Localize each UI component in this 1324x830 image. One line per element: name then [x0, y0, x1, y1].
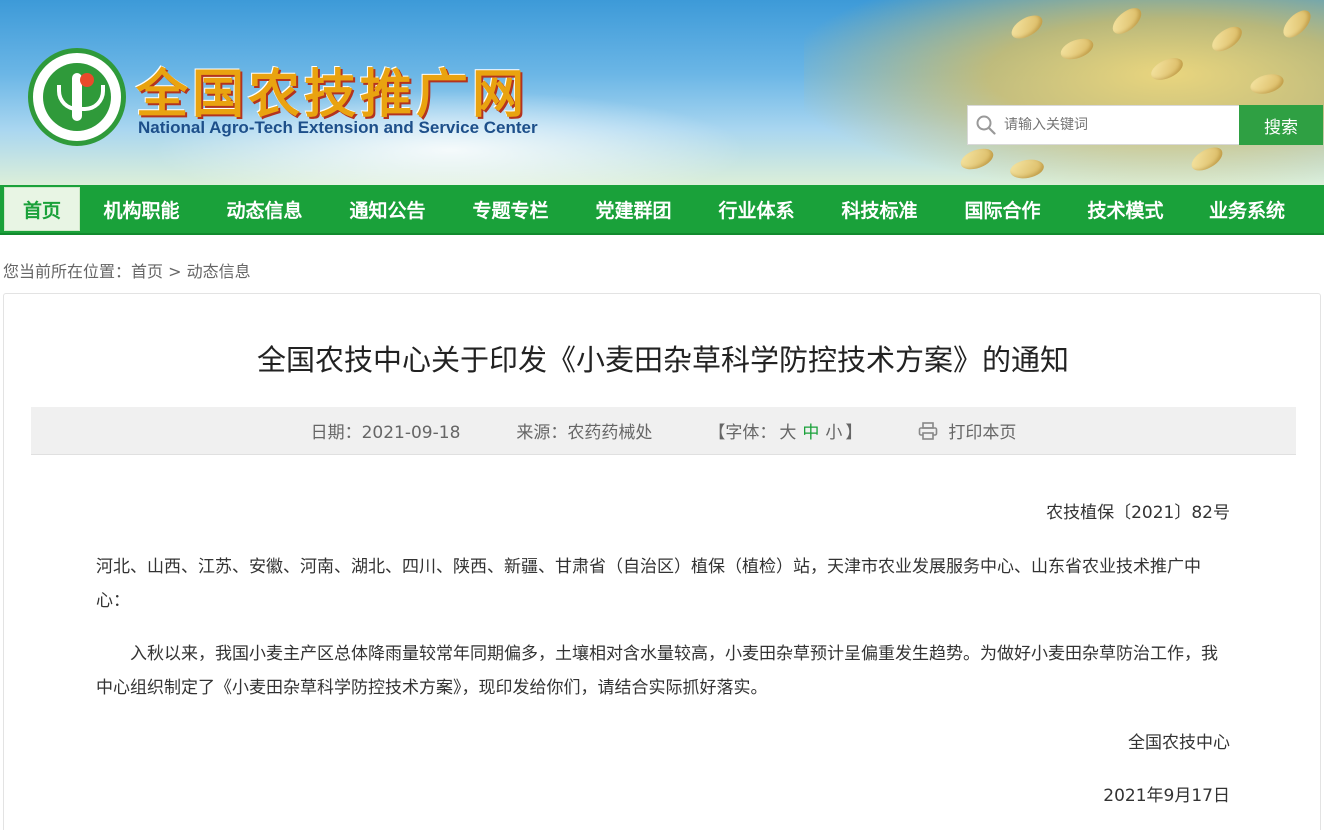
breadcrumb-prefix: 您当前所在位置：: [3, 262, 132, 281]
nav-item-functions[interactable]: 机构职能: [80, 185, 203, 233]
font-small-button[interactable]: 小: [825, 418, 842, 443]
article-card: 全国农技中心关于印发《小麦田杂草科学防控技术方案》的通知 日期：2021-09-…: [3, 293, 1321, 830]
nav-item-standards[interactable]: 科技标准: [818, 185, 941, 233]
article-date: 日期：2021-09-18: [310, 423, 461, 443]
nav-item-notices[interactable]: 通知公告: [326, 185, 449, 233]
font-size-control: 【字体： 大 中 小 】: [708, 418, 862, 443]
nav-item-party[interactable]: 党建群团: [572, 185, 695, 233]
font-large-button[interactable]: 大: [779, 418, 796, 443]
document-number: 农技植保〔2021〕82号: [1046, 503, 1230, 523]
banner-wheat-field: [804, 0, 1324, 185]
search-button[interactable]: 搜索: [1239, 105, 1323, 145]
signer: 全国农技中心: [1128, 733, 1230, 753]
printer-icon: [919, 421, 938, 440]
font-medium-button[interactable]: 中: [802, 418, 819, 443]
nav-item-industry[interactable]: 行业体系: [695, 185, 818, 233]
nav-item-international[interactable]: 国际合作: [941, 185, 1064, 233]
nav-item-tech-models[interactable]: 技术模式: [1064, 185, 1187, 233]
nav-item-systems[interactable]: 业务系统: [1187, 185, 1307, 233]
search-input[interactable]: [1004, 117, 1239, 133]
breadcrumb-separator: >: [168, 262, 182, 281]
article-title: 全国农技中心关于印发《小麦田杂草科学防控技术方案》的通知: [256, 343, 1069, 377]
main-nav: 首页 机构职能 动态信息 通知公告 专题专栏 党建群团 行业体系 科技标准 国际…: [0, 185, 1324, 235]
font-size-open: 【字体：: [708, 423, 777, 443]
breadcrumb-current-link[interactable]: 动态信息: [187, 262, 251, 281]
site-title[interactable]: 全国农技推广网: [136, 52, 528, 127]
print-button[interactable]: 打印本页: [918, 418, 1016, 443]
site-subtitle: National Agro-Tech Extension and Service…: [138, 118, 538, 137]
search-box[interactable]: [967, 105, 1239, 145]
sign-date: 2021年9月17日: [1103, 786, 1230, 806]
font-size-close: 】: [845, 423, 863, 443]
site-header: 全国农技推广网 National Agro-Tech Extension and…: [0, 0, 1324, 185]
natesc-logo-icon[interactable]: [28, 48, 126, 146]
breadcrumb: 您当前所在位置：首页 > 动态信息: [3, 258, 251, 282]
body-paragraph: 入秋以来，我国小麦主产区总体降雨量较常年同期偏多，土壤相对含水量较高，小麦田杂草…: [96, 644, 1218, 698]
recipients-paragraph: 河北、山西、江苏、安徽、河南、湖北、四川、陕西、新疆、甘肃省（自治区）植保（植检…: [96, 557, 1201, 611]
print-label: 打印本页: [948, 423, 1017, 443]
search-bar: 搜索: [967, 105, 1323, 145]
nav-item-news[interactable]: 动态信息: [203, 185, 326, 233]
article-source: 来源：农药药械处: [516, 423, 653, 443]
breadcrumb-home-link[interactable]: 首页: [131, 262, 163, 281]
search-icon: [976, 115, 996, 135]
nav-item-topics[interactable]: 专题专栏: [449, 185, 572, 233]
article-meta-bar: 日期：2021-09-18 来源：农药药械处 【字体： 大 中 小 】 打印本页: [31, 407, 1296, 455]
nav-item-home[interactable]: 首页: [4, 187, 80, 231]
